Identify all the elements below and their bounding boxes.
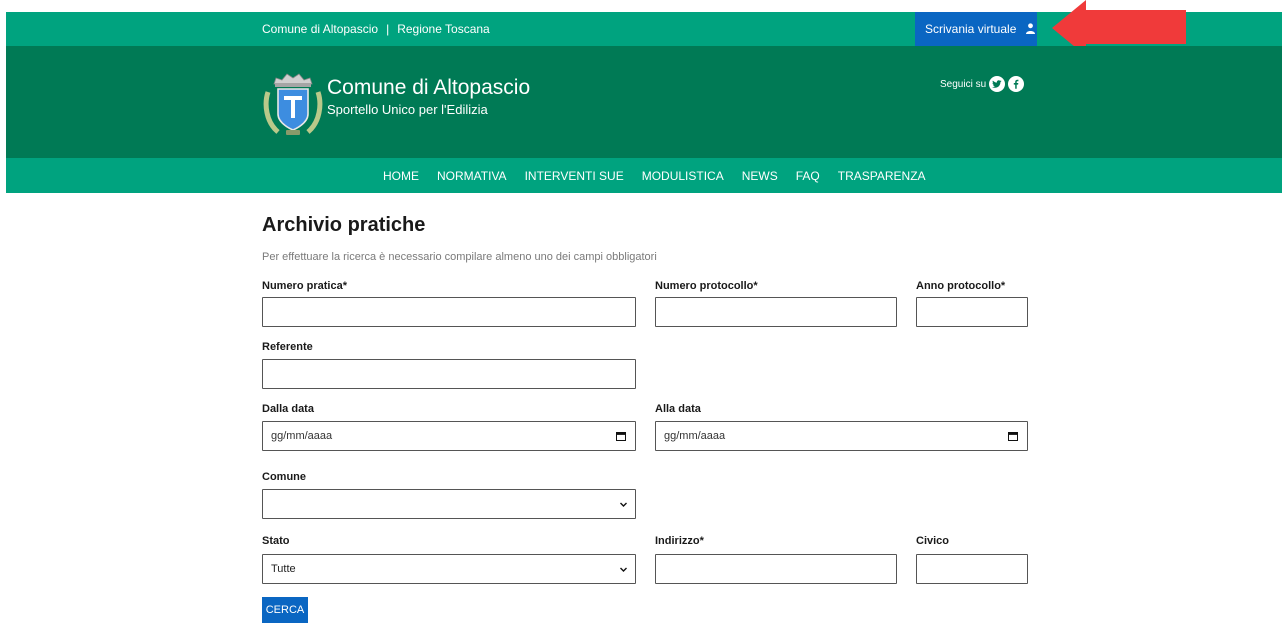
dalla-data-label: Dalla data [262, 403, 314, 415]
alla-data-input[interactable]: gg/mm/aaaa [655, 421, 1028, 451]
nav-item-interventi-sue[interactable]: INTERVENTI SUE [525, 169, 624, 183]
anno-protocollo-label: Anno protocollo* [916, 280, 1006, 292]
top-links: Comune di Altopascio | Regione Toscana [262, 12, 490, 46]
referente-label: Referente [262, 341, 313, 353]
user-icon [1025, 23, 1035, 34]
nav-item-normativa[interactable]: NORMATIVA [437, 169, 507, 183]
stato-selected-value: Tutte [271, 563, 296, 575]
stato-label: Stato [262, 535, 290, 547]
link-comune[interactable]: Comune di Altopascio [262, 22, 378, 36]
numero-protocollo-input[interactable] [655, 297, 897, 327]
chevron-down-icon [620, 567, 627, 572]
site-subtitle: Sportello Unico per l'Edilizia [327, 102, 488, 117]
coat-of-arms-logo[interactable] [262, 70, 324, 138]
link-regione[interactable]: Regione Toscana [397, 22, 490, 36]
numero-protocollo-label: Numero protocollo* [655, 280, 758, 292]
alla-data-label: Alla data [655, 403, 701, 415]
alla-data-placeholder: gg/mm/aaaa [664, 430, 726, 442]
top-separator: | [386, 22, 390, 36]
twitter-icon[interactable] [989, 76, 1006, 92]
numero-pratica-label: Numero pratica* [262, 280, 347, 292]
dalla-data-placeholder: gg/mm/aaaa [271, 430, 333, 442]
scrivania-label: Scrivania virtuale [925, 22, 1017, 36]
social-label: Seguici su [940, 78, 987, 90]
referente-input[interactable] [262, 359, 636, 389]
nav-item-faq[interactable]: FAQ [796, 169, 820, 183]
numero-pratica-input[interactable] [262, 297, 636, 327]
nav-item-home[interactable]: HOME [383, 169, 419, 183]
indirizzo-label: Indirizzo* [655, 535, 704, 547]
site-title[interactable]: Comune di Altopascio [327, 76, 530, 100]
site-header: Comune di Altopascio Sportello Unico per… [6, 46, 1282, 158]
form-hint: Per effettuare la ricerca è necessario c… [262, 251, 657, 263]
stato-select[interactable]: Tutte [262, 554, 636, 584]
civico-label: Civico [916, 535, 950, 547]
dalla-data-input[interactable]: gg/mm/aaaa [262, 421, 636, 451]
civico-input[interactable] [916, 554, 1028, 584]
nav-item-modulistica[interactable]: MODULISTICA [642, 169, 724, 183]
social-links: Seguici su [940, 76, 1025, 92]
cerca-button[interactable]: CERCA [262, 597, 308, 623]
main-nav: HOME NORMATIVA INTERVENTI SUE MODULISTIC… [6, 158, 1282, 193]
chevron-down-icon [620, 502, 627, 507]
page-title: Archivio pratiche [262, 214, 426, 236]
facebook-icon[interactable] [1008, 76, 1025, 92]
indirizzo-input[interactable] [655, 554, 897, 584]
calendar-icon[interactable] [1008, 431, 1018, 441]
anno-protocollo-input[interactable] [916, 297, 1028, 327]
comune-label: Comune [262, 471, 306, 483]
nav-item-trasparenza[interactable]: TRASPARENZA [838, 169, 926, 183]
comune-select[interactable] [262, 489, 636, 519]
scrivania-virtuale-button[interactable]: Scrivania virtuale [915, 12, 1037, 46]
calendar-icon[interactable] [616, 431, 626, 441]
nav-item-news[interactable]: NEWS [742, 169, 778, 183]
